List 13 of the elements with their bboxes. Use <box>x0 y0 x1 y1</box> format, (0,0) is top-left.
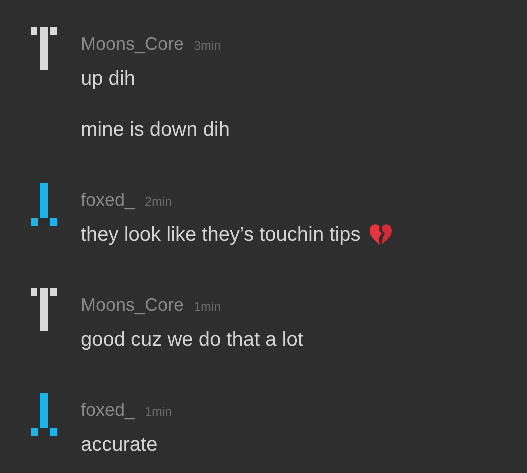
timestamp: 2min <box>145 194 172 211</box>
message-text: mine is down dih <box>81 118 230 143</box>
message-text: accurate <box>81 433 158 458</box>
username[interactable]: foxed_ <box>81 398 136 422</box>
message-text: up dih <box>81 67 136 92</box>
timestamp: 1min <box>194 299 222 316</box>
username[interactable]: Moons_Core <box>81 293 184 317</box>
username[interactable]: foxed_ <box>81 188 136 212</box>
timestamp: 3min <box>194 38 222 55</box>
message-text: good cuz we do that a lot <box>81 328 304 353</box>
username[interactable]: Moons_Core <box>81 32 184 56</box>
timestamp: 1min <box>145 404 172 421</box>
message-text: they look like they’s touchin tips <box>81 223 361 248</box>
